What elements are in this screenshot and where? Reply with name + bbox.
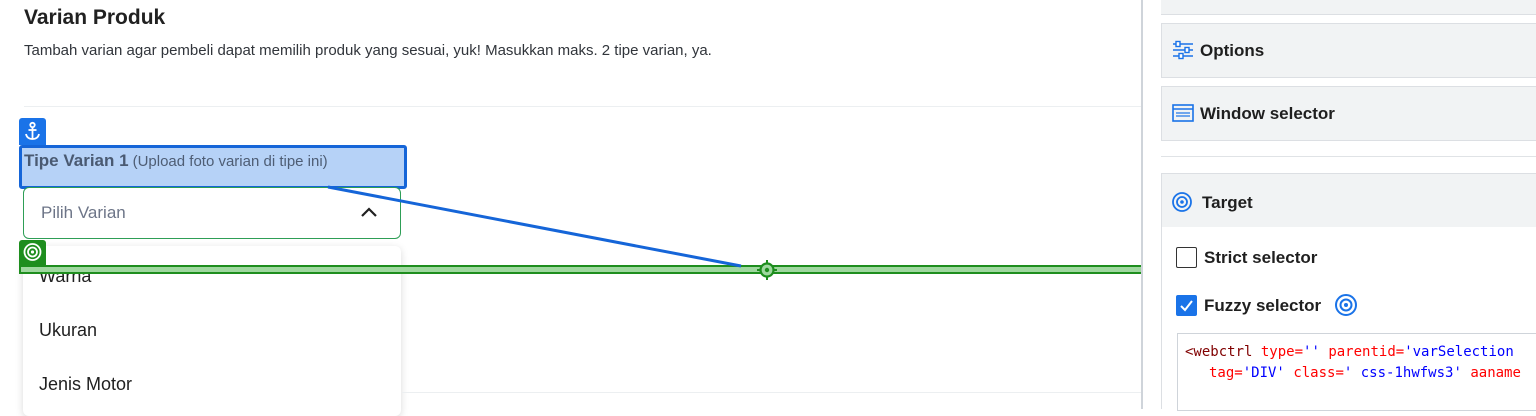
fuzzy-target-icon[interactable] xyxy=(1334,293,1358,317)
anchor-target-connector xyxy=(327,185,777,280)
window-icon xyxy=(1172,104,1194,122)
fuzzy-selector-checkbox[interactable] xyxy=(1176,295,1197,316)
strict-selector-label: Strict selector xyxy=(1204,248,1318,267)
fuzzy-selector-label: Fuzzy selector xyxy=(1204,296,1322,315)
target-label: Target xyxy=(1202,193,1253,212)
window-selector-section[interactable]: Window selector xyxy=(1161,86,1536,141)
options-label: Options xyxy=(1200,41,1265,60)
selector-code[interactable]: <webctrl type='' parentid='varSelection t… xyxy=(1177,333,1536,411)
code-line-2: tag='DIV' class=' css-1hwfws3' aaname xyxy=(1209,365,1521,381)
options-section[interactable]: Options xyxy=(1161,23,1536,78)
window-selector-label: Window selector xyxy=(1200,104,1335,123)
code-line-1: <webctrl type='' parentid='varSelection xyxy=(1185,344,1514,360)
sliders-icon xyxy=(1173,40,1193,60)
divider xyxy=(1161,156,1536,157)
target-icon xyxy=(1172,192,1192,212)
panel-header-strip xyxy=(1161,0,1536,15)
target-section[interactable]: Target xyxy=(1161,173,1536,229)
strict-selector-checkbox[interactable] xyxy=(1176,247,1197,268)
checkmark-icon xyxy=(1180,300,1193,312)
